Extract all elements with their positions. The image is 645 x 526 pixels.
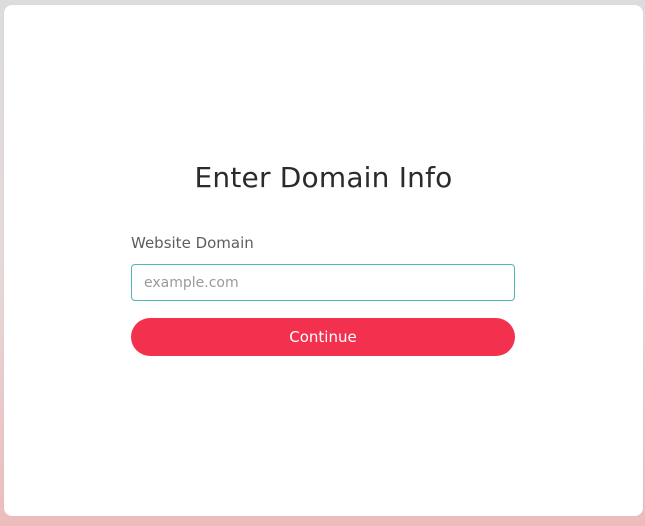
website-domain-input[interactable] (131, 264, 515, 301)
page-title: Enter Domain Info (194, 161, 453, 194)
domain-info-card: Enter Domain Info Website Domain Continu… (4, 5, 643, 516)
continue-button[interactable]: Continue (131, 318, 515, 356)
website-domain-label: Website Domain (131, 234, 254, 252)
